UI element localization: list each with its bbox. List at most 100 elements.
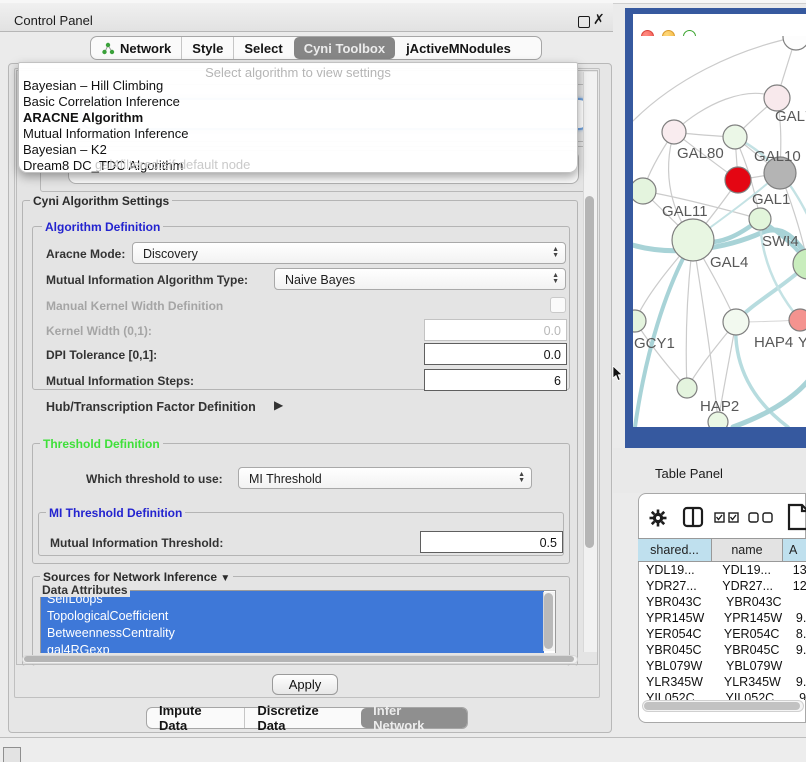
- tab-discretize-data[interactable]: Discretize Data: [244, 708, 361, 728]
- combo-value: Discovery: [143, 247, 198, 261]
- node-gal80[interactable]: [662, 120, 686, 144]
- node-label-gal10: GAL10: [754, 148, 801, 165]
- network-canvas[interactable]: GAL7GAL80GAL10GAL1GAL11SWI4GAL4GCY1HAP4Y…: [633, 36, 806, 427]
- attribute-list-item[interactable]: TopologicalCoefficient: [41, 608, 544, 625]
- table-cell: YER054C: [640, 626, 716, 642]
- tab-impute-data[interactable]: Impute Data: [147, 708, 244, 728]
- node-label-hap4: HAP4: [754, 334, 793, 351]
- table-cell: 13: [787, 562, 806, 578]
- tab-label: Network: [120, 41, 171, 56]
- dropdown-placeholder: Select algorithm to view settings: [19, 63, 577, 78]
- table-row[interactable]: YER054CYER054C8.: [640, 626, 806, 642]
- network-icon: [101, 42, 115, 55]
- mi-steps-field[interactable]: 6: [424, 369, 567, 391]
- table-row[interactable]: YDL19...YDL19...13: [640, 562, 806, 578]
- table-row[interactable]: YIL052CYIL052C9: [640, 690, 806, 700]
- dropdown-option[interactable]: Mutual Information Inference: [19, 126, 577, 142]
- apply-button[interactable]: Apply: [272, 674, 338, 695]
- minimized-panel-icon[interactable]: [3, 747, 21, 762]
- unchecked-pair-icon[interactable]: [748, 512, 774, 523]
- tab-jactivemnodules[interactable]: jActiveMNodules: [396, 37, 521, 59]
- node-salmon[interactable]: [789, 309, 806, 331]
- node-red[interactable]: [725, 167, 751, 193]
- node-gal10[interactable]: [723, 125, 747, 149]
- tab-cyni-toolbox[interactable]: Cyni Toolbox: [294, 37, 395, 59]
- settings-vertical-scrollbar-thumb[interactable]: [585, 196, 594, 548]
- node-table[interactable]: YDL19...YDL19...13YDR27...YDR27...12YBR0…: [640, 562, 806, 700]
- table-row[interactable]: YBR045CYBR045C9.: [640, 642, 806, 658]
- gear-icon[interactable]: [648, 508, 668, 528]
- expand-arrow-icon[interactable]: ▶: [274, 398, 283, 412]
- group-title: Algorithm Definition: [42, 220, 163, 234]
- tab-network[interactable]: Network: [91, 37, 181, 59]
- table-cell: YBL079W: [640, 658, 718, 674]
- table-cell: YDL19...: [640, 562, 714, 578]
- stepper-icon: ▲▼: [552, 243, 559, 263]
- dropdown-option[interactable]: Basic Correlation Inference: [19, 94, 577, 110]
- tab-infer-network[interactable]: Infer Network: [361, 708, 467, 728]
- mi-type-combobox[interactable]: Naive Bayes ▲▼: [274, 268, 566, 290]
- table-cell: YPR145W: [640, 610, 716, 626]
- tab-style[interactable]: Style: [181, 37, 233, 59]
- node-gcy1[interactable]: [633, 310, 646, 332]
- application-window: Control Panel ✗ Network Style Select Cyn…: [0, 0, 806, 762]
- node-swi4[interactable]: [749, 208, 771, 230]
- mouse-cursor: [612, 366, 624, 382]
- table-row[interactable]: YPR145WYPR145W9.: [640, 610, 806, 626]
- table-row[interactable]: YDR27...YDR27...12: [640, 578, 806, 594]
- group-title: Sources for Network Inference ▼: [40, 570, 233, 584]
- table-cell: 9.: [790, 674, 806, 690]
- mi-threshold-label: Mutual Information Threshold:: [50, 536, 223, 550]
- tab-select[interactable]: Select: [233, 37, 292, 59]
- node-top-partial[interactable]: [783, 36, 806, 50]
- table-cell: 8.: [790, 626, 806, 642]
- node-hap2[interactable]: [677, 378, 697, 398]
- control-panel-titlebar: Control Panel ✗: [0, 3, 613, 32]
- attributes-scrollbar-thumb[interactable]: [544, 593, 553, 649]
- column-header-shared[interactable]: shared...: [638, 538, 712, 562]
- dropdown-option[interactable]: Bayesian – Hill Climbing: [19, 78, 577, 94]
- tab-label: Impute Data: [159, 703, 232, 733]
- table-cell: YBR043C: [640, 594, 718, 610]
- dropdown-option[interactable]: Bayesian – K2: [19, 142, 577, 158]
- attribute-list-item[interactable]: BetweennessCentrality: [41, 625, 544, 642]
- attribute-list-item[interactable]: gal4RGexp: [41, 642, 544, 653]
- checked-pair-icon[interactable]: [714, 512, 740, 523]
- table-cell: [794, 594, 800, 610]
- table-row[interactable]: YBL079WYBL079W: [640, 658, 806, 674]
- kernel-width-field[interactable]: 0.0: [424, 319, 567, 341]
- close-icon[interactable]: ✗: [593, 11, 605, 28]
- collapse-arrow-icon[interactable]: ▼: [220, 573, 230, 584]
- which-threshold-label: Which threshold to use:: [86, 472, 223, 486]
- table-cell: YLR345W: [640, 674, 716, 690]
- column-header-partial[interactable]: A: [783, 538, 806, 562]
- manual-kernel-checkbox[interactable]: [550, 297, 566, 313]
- mi-threshold-field[interactable]: 0.5: [420, 531, 563, 553]
- column-header-name[interactable]: name: [712, 538, 783, 562]
- dpi-tolerance-field[interactable]: 0.0: [424, 343, 567, 365]
- aracne-mode-combobox[interactable]: Discovery ▲▼: [132, 242, 566, 264]
- network-window-titlebar[interactable]: [633, 14, 806, 36]
- table-cell: YDR27...: [714, 578, 787, 594]
- node-label-gal11: GAL11: [662, 203, 708, 220]
- dropdown-option[interactable]: ARACNE Algorithm: [19, 110, 577, 126]
- combo-value: MI Threshold: [249, 472, 322, 486]
- table-row[interactable]: YLR345WYLR345W9.: [640, 674, 806, 690]
- table-horizontal-scrollbar-thumb[interactable]: [644, 702, 800, 710]
- node-gal4[interactable]: [672, 219, 714, 261]
- split-columns-icon[interactable]: [682, 506, 704, 528]
- table-row[interactable]: YBR043CYBR043C: [640, 594, 806, 610]
- bottom-tabbar: Impute Data Discretize Data Infer Networ…: [146, 707, 468, 729]
- document-icon[interactable]: [787, 503, 806, 531]
- settings-horizontal-scrollbar-thumb[interactable]: [24, 656, 574, 662]
- table-cell: YBR045C: [640, 642, 716, 658]
- kernel-width-label: Kernel Width (0,1):: [46, 324, 152, 338]
- node-gal11[interactable]: [633, 178, 656, 204]
- table-cell: YLR345W: [716, 674, 790, 690]
- data-attributes-list[interactable]: SelfLoopsTopologicalCoefficientBetweenne…: [40, 590, 556, 653]
- float-window-icon[interactable]: [578, 16, 590, 28]
- node-hap4[interactable]: [723, 309, 749, 335]
- mi-type-label: Mutual Information Algorithm Type:: [46, 273, 248, 287]
- node-label-gal7: GAL7: [775, 108, 806, 125]
- which-threshold-combobox[interactable]: MI Threshold ▲▼: [238, 467, 532, 489]
